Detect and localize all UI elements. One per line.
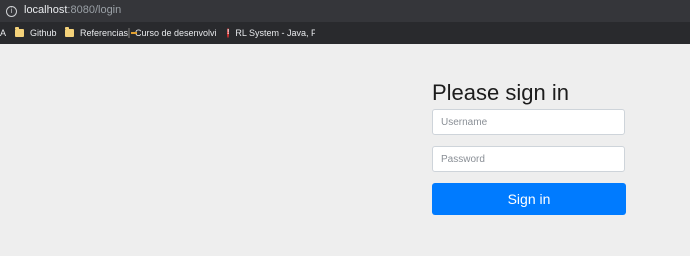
browser-address-bar: i localhost:8080/login [0,0,690,22]
bookmark-label: A [0,28,7,38]
bookmark-referencias[interactable]: Referencias [65,22,128,44]
bookmark-rl-system[interactable]: ! RL System - Java, PHP [227,22,315,44]
folder-icon [15,27,24,37]
url-path: :8080/login [67,4,122,16]
bookmark-a[interactable]: A [0,22,10,44]
bookmark-github[interactable]: Github [15,22,57,44]
sign-in-button[interactable]: Sign in [432,183,626,215]
folder-icon [65,27,74,37]
info-icon[interactable]: i [6,6,17,17]
bookmark-label: Curso de desenvolvim [135,28,216,38]
url-host: localhost [24,4,68,16]
warning-icon: ! [227,28,230,38]
password-input[interactable] [432,146,625,172]
username-input[interactable] [432,109,625,135]
url-field[interactable]: localhost:8080/login [24,4,121,16]
page-title: Please sign in [432,80,569,105]
bookmarks-bar: A Github Referencias Curso de desenvolvi… [0,22,690,44]
site-icon [128,28,137,38]
bookmark-label: Github [30,28,57,38]
bookmark-label: Referencias [80,28,129,38]
bookmark-curso[interactable]: Curso de desenvolvim [128,22,216,44]
bookmark-label: RL System - Java, PHP [235,28,315,38]
